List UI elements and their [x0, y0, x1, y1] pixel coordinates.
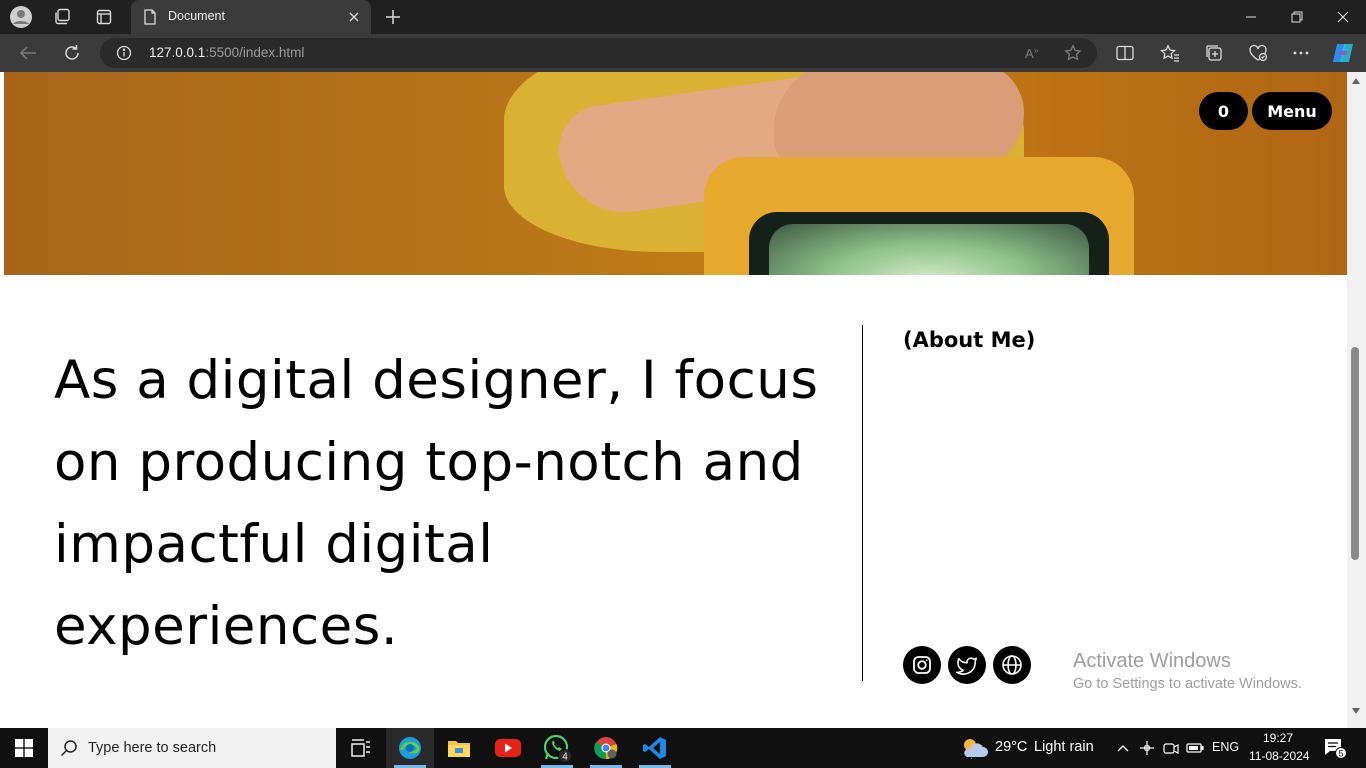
youtube-icon[interactable]: [484, 728, 532, 768]
url-text[interactable]: 127.0.0.1:5500/index.html: [149, 45, 304, 60]
search-placeholder: Type here to search: [88, 740, 217, 756]
tab-title: Document: [168, 9, 225, 23]
collections-icon[interactable]: [1201, 41, 1227, 65]
svg-text:A: A: [1025, 46, 1034, 61]
restore-button[interactable]: [1274, 0, 1320, 34]
chrome-icon[interactable]: [582, 728, 630, 768]
scroll-up-arrow-icon[interactable]: [1351, 76, 1361, 86]
notification-count: 5: [1338, 749, 1343, 759]
battery-icon[interactable]: [1185, 738, 1205, 758]
browser-toolbar: 127.0.0.1:5500/index.html A»: [0, 34, 1366, 72]
split-screen-icon[interactable]: [1112, 41, 1138, 65]
meet-now-icon[interactable]: [1161, 738, 1181, 758]
activate-title: Activate Windows: [1073, 650, 1231, 672]
svg-text:»: »: [1034, 46, 1039, 55]
section-divider: [862, 325, 863, 681]
document-icon: [143, 9, 157, 29]
clock-date[interactable]: 11-08-2024: [1249, 749, 1310, 763]
tab-close-icon[interactable]: [345, 8, 363, 26]
instagram-icon[interactable]: [903, 646, 941, 684]
windows-taskbar: Type here to search 4 29°C Light rain EN…: [0, 728, 1366, 768]
read-aloud-icon[interactable]: A»: [1022, 43, 1044, 63]
browser-title-bar: Document: [0, 0, 1366, 34]
refresh-button[interactable]: [59, 41, 85, 65]
taskbar-search-box[interactable]: Type here to search: [48, 728, 336, 768]
language-indicator[interactable]: ENG: [1212, 740, 1239, 754]
about-me-label: (About Me): [903, 328, 1036, 352]
task-view-icon[interactable]: [337, 728, 385, 768]
notifications-icon[interactable]: 5: [1323, 738, 1347, 759]
minimize-button[interactable]: [1228, 0, 1274, 34]
file-explorer-icon[interactable]: [435, 728, 483, 768]
more-options-icon[interactable]: [1288, 41, 1314, 65]
hero-image: [4, 72, 1347, 275]
show-hidden-icons-chevron-icon[interactable]: [1113, 738, 1133, 758]
page-viewport: 0 Menu As a digital designer, I focus on…: [0, 72, 1366, 728]
profile-avatar-icon[interactable]: [9, 5, 33, 29]
activate-subtitle: Go to Settings to activate Windows.: [1073, 676, 1302, 692]
network-icon[interactable]: [1137, 738, 1157, 758]
close-window-button[interactable]: [1320, 0, 1366, 34]
vertical-scrollbar[interactable]: [1347, 72, 1366, 728]
tab-document[interactable]: Document: [131, 0, 371, 34]
new-tab-icon[interactable]: [381, 5, 405, 29]
copilot-icon[interactable]: [1330, 41, 1356, 65]
twitter-icon[interactable]: [948, 646, 986, 684]
address-bar[interactable]: 127.0.0.1:5500/index.html A»: [100, 38, 1097, 68]
url-host: 127.0.0.1: [149, 45, 206, 60]
vscode-icon[interactable]: [631, 728, 679, 768]
favorites-icon[interactable]: [1157, 41, 1183, 65]
edge-taskbar-icon[interactable]: [386, 728, 434, 768]
cart-count-button[interactable]: 0: [1199, 92, 1248, 130]
url-path: :5500/index.html: [205, 45, 305, 60]
site-info-icon[interactable]: [116, 45, 132, 65]
workspaces-icon[interactable]: [50, 5, 74, 29]
tab-actions-icon[interactable]: [92, 5, 116, 29]
whatsapp-badge: 4: [562, 752, 568, 763]
globe-icon[interactable]: [993, 646, 1031, 684]
whatsapp-icon[interactable]: 4: [533, 728, 581, 768]
back-button[interactable]: [15, 41, 41, 65]
weather-description: Light rain: [1034, 739, 1094, 755]
scrollbar-thumb[interactable]: [1351, 347, 1359, 560]
start-button[interactable]: [0, 728, 48, 768]
scroll-down-arrow-icon[interactable]: [1351, 706, 1361, 716]
activate-windows-watermark: Activate Windows Go to Settings to activ…: [1073, 650, 1302, 692]
clock-time[interactable]: 19:27: [1263, 731, 1293, 745]
search-icon: [60, 739, 78, 761]
browser-essentials-icon[interactable]: [1245, 41, 1271, 65]
weather-temperature: 29°C: [995, 739, 1028, 755]
menu-button[interactable]: Menu: [1252, 92, 1332, 130]
weather-icon[interactable]: [960, 738, 990, 759]
favorite-star-icon[interactable]: [1062, 43, 1084, 63]
hero-headline: As a digital designer, I focus on produc…: [54, 350, 819, 657]
